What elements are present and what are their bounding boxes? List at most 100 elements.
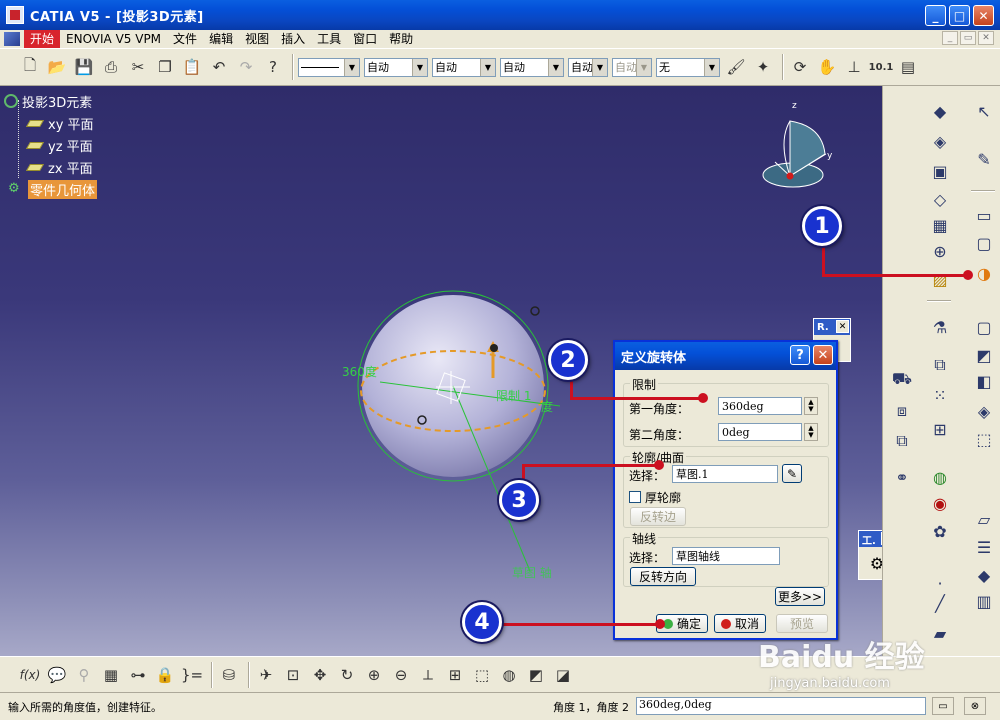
table-icon[interactable]: ▦ [99,663,123,687]
stiffener-icon[interactable]: ⚗ [927,314,953,340]
first-angle-spinner[interactable]: ▲ ▼ [804,397,818,415]
shell-icon[interactable]: ◈ [971,398,997,424]
normal-view-icon[interactable]: ⟂ [416,663,440,687]
whats-this-icon[interactable]: ? [261,55,285,79]
minimize-button[interactable]: _ [925,5,946,26]
layer-select[interactable]: 无 ▼ [656,57,720,77]
catalog-icon[interactable]: ▤ [896,55,920,79]
translate-icon[interactable]: ⛟ [889,366,915,392]
rotate-icon[interactable]: ↻ [335,663,359,687]
draft-icon[interactable]: ◧ [971,368,997,394]
rib-icon[interactable]: ▨ [927,266,953,292]
catia-app-icon[interactable] [6,6,24,24]
second-angle-spinner[interactable]: ▲ ▼ [804,423,818,441]
formula-bracket-icon[interactable]: }= [180,663,204,687]
properties-icon[interactable]: ✦ [751,55,775,79]
fit-all-icon[interactable]: ⊡ [281,663,305,687]
stop-icon[interactable]: ⊗ [964,697,986,715]
sketch-edit-button[interactable]: ✎ [782,464,802,483]
painter-icon[interactable]: 🖌 [724,55,748,79]
chamfer-icon[interactable]: ◩ [971,342,997,368]
parameter-input[interactable]: 360deg,0deg [636,697,926,715]
menu-file[interactable]: 文件 [167,30,203,48]
dialog-title-bar[interactable]: 定义旋转体 ? ✕ [615,342,836,370]
cancel-button[interactable]: 取消 [714,614,766,633]
gear-icon[interactable]: ⚙ [859,547,882,579]
close-icon[interactable]: ✕ [836,320,849,333]
floating-toolbar-tools[interactable]: 工. ✕ ⚙ [858,530,882,580]
undo-icon[interactable]: ↶ [207,55,231,79]
point-icon[interactable]: ▭ [971,202,997,228]
generative-icon[interactable]: ⛁ [217,663,241,687]
knowledge-icon[interactable]: ⚲ [72,663,96,687]
paste-icon[interactable]: 📋 [180,55,204,79]
doc-minimize-button[interactable]: _ [942,31,958,45]
draft-analysis-icon[interactable]: ◉ [927,490,953,516]
help-button[interactable]: ? [790,345,810,365]
revolve-icon[interactable]: ◑ [971,260,997,286]
doc-restore-button[interactable]: ▭ [960,31,976,45]
hand-icon[interactable]: ✋ [815,55,839,79]
zoom-out-icon[interactable]: ⊖ [389,663,413,687]
scale-icon[interactable]: ⊞ [927,416,953,442]
open-folder-icon[interactable]: 📂 [45,55,69,79]
first-angle-input[interactable]: 360deg [718,397,802,415]
cut-icon[interactable]: ✂ [126,55,150,79]
line-tool-icon[interactable]: ╱ [927,590,953,616]
pad-icon[interactable]: ◆ [927,98,953,124]
fillet-icon[interactable]: ▢ [971,314,997,340]
render-style-icon[interactable]: ◍ [497,663,521,687]
tree-icon[interactable]: ⊶ [126,663,150,687]
plane-tool-icon[interactable]: ▰ [927,620,953,646]
formula-icon[interactable]: f(x) [18,663,42,687]
measure-icon[interactable]: ⚭ [889,464,915,490]
menu-enovia[interactable]: ENOVIA V5 VPM [60,30,167,48]
save-icon[interactable]: 💾 [72,55,96,79]
iso-view-icon[interactable]: ⬚ [470,663,494,687]
print-icon[interactable]: ⎙ [99,55,123,79]
lineweight-select[interactable]: 自动 ▼ [500,57,564,77]
maximize-button[interactable]: □ [949,5,970,26]
doc-close-button[interactable]: ✕ [978,31,994,45]
menu-view[interactable]: 视图 [239,30,275,48]
analysis-icon[interactable]: ◍ [927,464,953,490]
fly-icon[interactable]: ✈ [254,663,278,687]
hide-show-icon[interactable]: ◩ [524,663,548,687]
update-icon[interactable]: ⟳ [788,55,812,79]
menu-tools[interactable]: 工具 [311,30,347,48]
profile-select-input[interactable]: 草图.1 [672,465,778,483]
document-icon[interactable] [4,32,20,46]
new-file-icon[interactable]: 🗋 [18,55,42,79]
shaft-icon[interactable]: ▣ [927,158,953,184]
book-icon[interactable]: ▥ [971,588,997,614]
color-select[interactable]: ▼ [298,57,360,77]
split-icon[interactable]: ⧈ [889,398,915,424]
line-icon[interactable]: ▢ [971,230,997,256]
swap-space-icon[interactable]: ◪ [551,663,575,687]
lock-icon[interactable]: 🔒 [153,663,177,687]
close-button[interactable]: ✕ [973,5,994,26]
boolean-icon[interactable]: ⧉ [927,352,953,378]
eraser-icon[interactable]: ◆ [971,562,997,588]
target-icon[interactable]: ⊕ [927,238,953,264]
sew-icon[interactable]: ⧉ [889,428,915,454]
thickness-icon[interactable]: ⬚ [971,426,997,452]
copy-icon[interactable]: ❐ [153,55,177,79]
menu-window[interactable]: 窗口 [347,30,383,48]
menu-start[interactable]: 开始 [24,30,61,48]
linetype-select[interactable]: 自动 ▼ [432,57,496,77]
pattern-icon[interactable]: ⁙ [927,382,953,408]
pocket-icon[interactable]: ◈ [927,128,953,154]
menu-help[interactable]: 帮助 [383,30,419,48]
comment-icon[interactable]: 💬 [45,663,69,687]
point-select[interactable]: 自动 ▼ [568,57,608,77]
axis-select-input[interactable]: 草图轴线 [672,547,780,565]
thick-profile-checkbox[interactable] [629,491,641,503]
compass[interactable]: z y [762,101,833,188]
menu-edit[interactable]: 编辑 [203,30,239,48]
transparency-select[interactable]: 自动 ▼ [364,57,428,77]
dialog-close-button[interactable]: ✕ [813,345,833,365]
second-angle-input[interactable]: 0deg [718,423,802,441]
pan-icon[interactable]: ✥ [308,663,332,687]
binary-icon[interactable]: 10.1 [869,55,894,79]
